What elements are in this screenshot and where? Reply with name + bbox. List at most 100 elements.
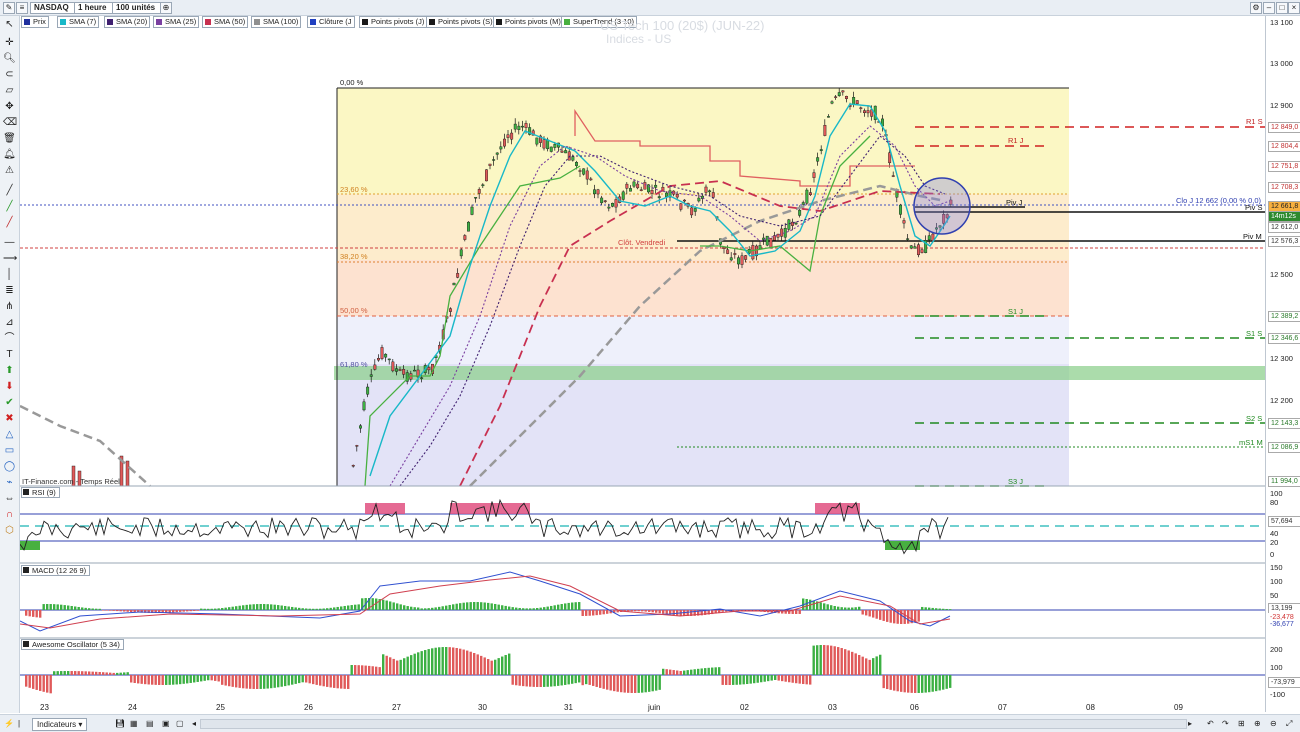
wand-icon[interactable]: ⚡ [4,718,14,729]
gann-icon[interactable]: ⊿ [3,316,16,329]
scroll-right-icon[interactable]: ▸ [1188,718,1192,729]
macd-bar [431,607,434,610]
rsi-tick: 40 [1270,529,1279,538]
candle-body [593,189,596,195]
ao-bar [882,675,885,689]
trash-icon[interactable]: 🗑︎ [3,132,16,145]
ray-icon[interactable]: ╱ [3,216,16,229]
maximize-icon[interactable]: □ [1276,2,1288,14]
highlight-circle[interactable] [913,177,971,235]
ao-bar [651,675,654,692]
brush-icon[interactable]: ⬡ [3,524,16,537]
price-axis[interactable]: 13 100 13 000 12 900 12 500 12 300 12 20… [1265,16,1300,712]
redo-icon[interactable]: ↷ [1222,718,1229,729]
vertical-line-icon[interactable]: │ [3,268,16,281]
magnet-icon[interactable]: ⊂ [3,68,16,81]
trend-line-icon[interactable]: ╱ [3,184,16,197]
units-select[interactable]: 100 unités [112,2,162,14]
polyline-icon[interactable]: ⌁ [3,476,16,489]
macd-bar [116,610,119,612]
price-chart[interactable]: 0,00 % 23,60 % 38,20 % 50,00 % 61,80 % C… [20,16,1265,712]
arc-icon[interactable]: ⌒ [3,332,16,345]
ao-header[interactable]: Awesome Oscillator (5 34) [21,639,124,650]
macd-bar [28,610,31,617]
zoom-out-icon[interactable]: ⊖ [1270,718,1277,729]
rsi-header[interactable]: RSI (9) [21,487,60,498]
image-icon[interactable]: ▣ [162,718,170,729]
ao-bar [697,668,700,675]
zoom-fit-icon[interactable]: ⊞ [1238,718,1245,729]
save-icon[interactable]: 💾︎ [115,718,125,729]
undo-icon[interactable]: ↶ [1207,718,1214,729]
ruler-icon[interactable]: ▱ [3,84,16,97]
minimize-icon[interactable]: – [1263,2,1275,14]
text-icon[interactable]: T [3,348,16,361]
ao-bar [221,675,224,685]
ao-bar [560,675,563,686]
arrow-up-icon[interactable]: ⬆ [3,364,16,377]
move-icon[interactable]: ✥ [3,100,16,113]
candle-body [852,97,856,105]
magnet-red-icon[interactable]: ∩ [3,508,16,521]
candle-body [503,138,506,147]
time-tick: juin [648,703,661,712]
scroll-thumb[interactable] [201,720,1186,728]
alert-icon[interactable]: ⚠ [3,164,16,177]
rsi-line [20,498,949,555]
pitchfork-icon[interactable]: ⋔ [3,300,16,313]
hline-alt-icon[interactable]: ⟶ [3,252,17,265]
macd-bar [945,608,948,610]
time-axis[interactable]: 23 24 25 26 27 30 31 juin 02 03 06 07 08 09 [20,702,1265,714]
scroll-left-icon[interactable]: ◂ [192,718,196,729]
ao-tick: 200 [1270,645,1283,654]
ao-bar [413,653,416,675]
check-icon[interactable]: ✔ [3,396,16,409]
crosshair-icon[interactable]: ✛ [3,36,16,49]
candle-body [517,125,521,130]
symbol-select[interactable]: NASDAQ [30,2,78,14]
eraser-icon[interactable]: ⌫ [3,116,17,129]
candle-body [506,134,510,138]
timeframe-select[interactable]: 1 heure [74,2,116,14]
fibonacci-icon[interactable]: ≣ [3,284,16,297]
cursor-icon[interactable]: ↖ [3,18,16,31]
candle-body [384,353,388,358]
ao-value-tag: -73,979 [1268,677,1300,688]
zoom-in-icon[interactable]: ⊕ [1254,718,1261,729]
panel-icon[interactable]: ▢ [176,718,184,729]
macd-bar [336,606,339,610]
macd-header[interactable]: MACD (12 26 9) [21,565,91,576]
horizontal-scrollbar[interactable] [200,719,1187,729]
channel-icon[interactable]: ╱ [3,200,16,213]
macd-bar [497,604,500,610]
grid-icon[interactable]: ▦ [130,718,138,729]
ellipse-icon[interactable]: ◯ [3,460,16,473]
arrow-down-icon[interactable]: ⬇ [3,380,16,393]
fullscreen-icon[interactable]: ⤢ [1286,718,1292,729]
layout-icon[interactable]: ▤ [146,718,154,729]
horizontal-line-icon[interactable]: ― [3,236,16,249]
macd-bar [840,607,843,610]
candle-body [463,235,467,240]
macd-tick: 150 [1270,563,1283,572]
candle-body [827,116,830,118]
close-icon[interactable]: × [1288,2,1300,14]
rectangle-icon[interactable]: ▭ [3,444,16,457]
bars-icon[interactable]: ≡ [16,2,28,14]
add-icon[interactable]: ⊕ [160,2,172,14]
indicators-button[interactable]: Indicateurs ▾ [32,718,88,731]
measure-icon[interactable]: ⇔ [3,492,16,505]
bell-icon[interactable]: 🔔︎ [3,148,16,161]
macd-bar [823,603,826,610]
cross-icon[interactable]: ✖ [3,412,16,425]
ao-bar [427,649,430,675]
ao-bar [371,666,374,675]
pencil-icon[interactable]: ✎ [3,2,15,14]
ao-bar [487,659,490,675]
ao-bar [602,675,605,689]
ao-bar [511,675,514,685]
rsi-overbought-fill [365,503,405,514]
triangle-icon[interactable]: △ [3,428,16,441]
zoom-icon[interactable]: 🔍︎ [3,52,16,65]
settings-icon[interactable]: ⚙ [1250,2,1262,14]
